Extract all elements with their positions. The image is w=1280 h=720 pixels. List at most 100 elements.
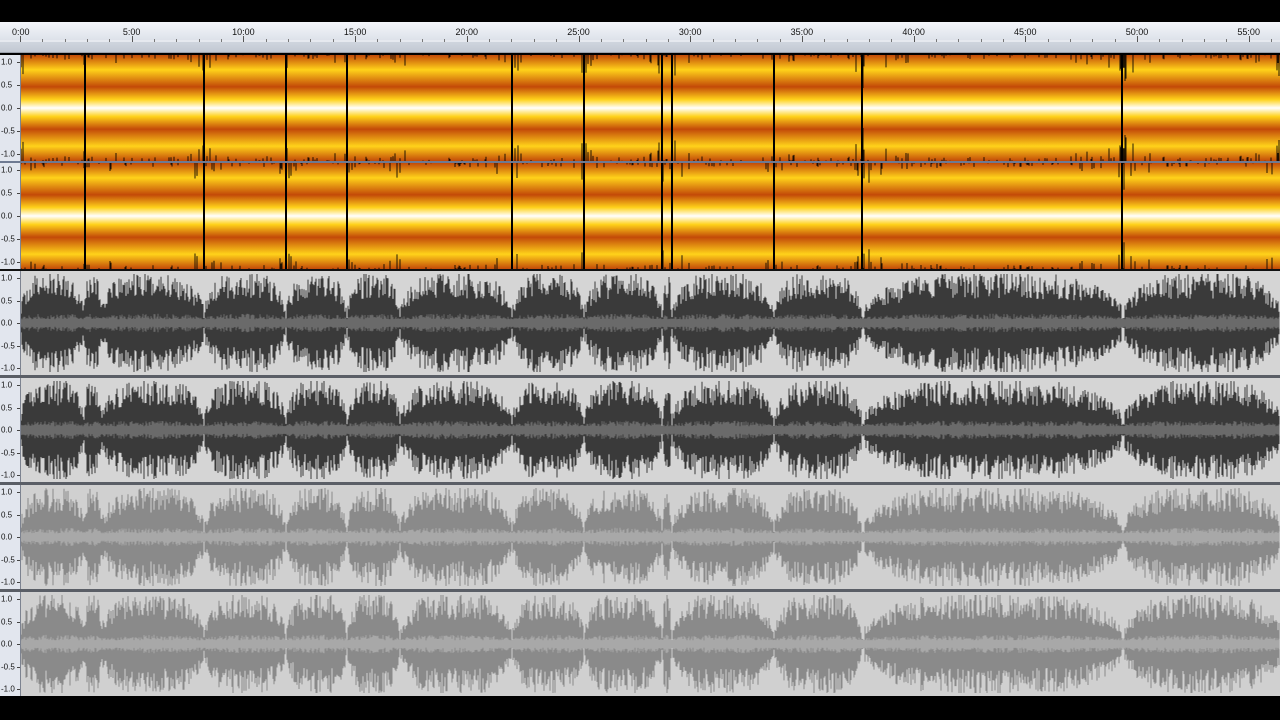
waveform-4[interactable]	[21, 378, 1280, 482]
amplitude-tick	[17, 170, 20, 171]
timeline-minor-tick	[87, 39, 89, 42]
amplitude-ruler-3: 1.0 0.5 0.0 -0.5 -1.0	[0, 271, 21, 375]
amplitude-tick	[17, 262, 20, 263]
timeline-minor-tick	[846, 39, 848, 42]
timeline-minor-tick	[1204, 39, 1206, 42]
timeline-minor-tick	[757, 39, 759, 42]
waveform-5[interactable]	[21, 485, 1280, 589]
amplitude-tick	[17, 537, 20, 538]
timeline-minor-tick	[1159, 39, 1161, 42]
timeline-strip[interactable]	[0, 22, 1280, 40]
timeline-major-tick	[1137, 36, 1138, 42]
amplitude-label: 0.5	[1, 188, 13, 198]
timeline-minor-tick	[1069, 39, 1071, 42]
timeline-minor-tick	[1092, 39, 1094, 42]
amplitude-label: -0.5	[1, 662, 15, 671]
amplitude-tick	[17, 85, 20, 86]
amplitude-label: 1.0	[1, 380, 13, 390]
timeline-minor-tick	[779, 39, 781, 42]
spectrogram-gap	[671, 163, 673, 269]
timeline-minor-tick	[332, 39, 334, 42]
amplitude-label: -0.5	[1, 234, 15, 244]
amplitude-label: 1.0	[1, 594, 13, 604]
amplitude-tick	[17, 407, 20, 409]
timeline-minor-tick	[511, 39, 513, 42]
timeline-minor-tick	[533, 39, 535, 42]
amplitude-tick	[17, 131, 20, 132]
amplitude-tick	[17, 300, 20, 302]
amplitude-label: 0.5	[1, 510, 13, 519]
amplitude-ruler-6: 1.0 0.5 0.0 -0.5 -1.0	[0, 592, 21, 696]
amplitude-label: 0.0	[1, 318, 13, 328]
spectrogram-gap	[84, 55, 86, 161]
amplitude-label: 0.5	[1, 403, 13, 412]
spectrogram-gap	[511, 163, 513, 269]
spectrogram-gap	[661, 163, 663, 269]
spectrogram-2[interactable]	[21, 163, 1280, 269]
timeline-minor-tick	[489, 39, 491, 42]
timeline-minor-tick	[667, 39, 669, 42]
amplitude-ruler-5: 1.0 0.5 0.0 -0.5 -1.0	[0, 485, 21, 589]
amplitude-label: -1.0	[1, 149, 15, 159]
amplitude-tick	[17, 559, 20, 561]
timeline-major-tick	[466, 36, 468, 42]
amplitude-label: 1.0	[1, 165, 13, 175]
amplitude-label: -0.5	[1, 555, 15, 564]
track-4[interactable]: 1.0 0.5 0.0 -0.5 -1.0	[0, 378, 1280, 482]
waveform-6[interactable]	[21, 592, 1280, 696]
amplitude-label: 0.0	[1, 211, 13, 221]
timeline-minor-tick	[958, 39, 960, 42]
spectrogram-body	[21, 55, 1280, 161]
timeline-minor-tick	[891, 39, 893, 42]
amplitude-tick	[17, 599, 20, 600]
amplitude-tick	[17, 154, 20, 155]
amplitude-tick	[17, 108, 20, 109]
timeline-minor-tick	[868, 39, 870, 42]
spectrogram-gap	[203, 163, 205, 269]
timeline-major-tick	[20, 36, 21, 42]
amplitude-label: -1.0	[1, 470, 15, 480]
amplitude-tick	[17, 239, 20, 240]
amplitude-label: -1.0	[1, 363, 15, 373]
waveform-3[interactable]	[21, 271, 1280, 375]
timeline-minor-tick	[221, 39, 223, 42]
track-6[interactable]: 1.0 0.5 0.0 -0.5 -1.0	[0, 592, 1280, 696]
spectrogram-gap	[773, 163, 775, 269]
amplitude-label: 1.0	[1, 487, 13, 497]
spectrogram-gap	[1121, 55, 1123, 161]
timeline-major-tick	[131, 36, 133, 42]
amplitude-label: 0.5	[1, 80, 13, 90]
timeline-major-tick	[913, 36, 915, 42]
amplitude-label: 0.0	[1, 532, 13, 542]
spectrogram-gap	[583, 55, 585, 161]
amplitude-label: 1.0	[1, 57, 13, 67]
amplitude-label: -0.5	[1, 341, 15, 350]
timeline-minor-tick	[64, 39, 66, 42]
timeline-minor-tick	[399, 39, 401, 42]
timeline-minor-tick	[1114, 39, 1116, 42]
timeline-ruler[interactable]: 0:00 5:00 10:00 15:00 20:00 25:00 30:00 35:00 40…	[0, 22, 1280, 53]
amplitude-label: 0.5	[1, 617, 13, 626]
track-5[interactable]: 1.0 0.5 0.0 -0.5 -1.0	[0, 485, 1280, 589]
timeline-minor-tick	[42, 39, 44, 42]
amplitude-label: -1.0	[1, 577, 15, 587]
track-3[interactable]: 1.0 0.5 0.0 -0.5 -1.0	[0, 271, 1280, 375]
timeline-major-tick	[243, 36, 245, 42]
amplitude-tick	[17, 689, 20, 690]
amplitude-tick	[17, 323, 20, 324]
spectrogram-gap	[84, 163, 86, 269]
amplitude-tick	[17, 621, 20, 623]
amplitude-label: 0.0	[1, 103, 13, 113]
spectrogram-gap	[861, 55, 863, 161]
timeline-minor-tick	[176, 39, 178, 42]
spectrogram-gap	[1121, 163, 1123, 269]
spectrogram-gap	[346, 55, 348, 161]
amplitude-tick	[17, 278, 20, 279]
amplitude-label: 0.0	[1, 639, 13, 649]
track-2[interactable]: 1.0 0.5 0.0 -0.5 -1.0	[0, 163, 1280, 269]
amplitude-label: 1.0	[1, 273, 13, 283]
amplitude-tick	[17, 216, 20, 217]
track-1[interactable]: 1.0 0.5 0.0 -0.5 -1.0	[0, 55, 1280, 161]
spectrogram-1[interactable]	[21, 55, 1280, 161]
timeline-minor-tick	[556, 39, 558, 42]
